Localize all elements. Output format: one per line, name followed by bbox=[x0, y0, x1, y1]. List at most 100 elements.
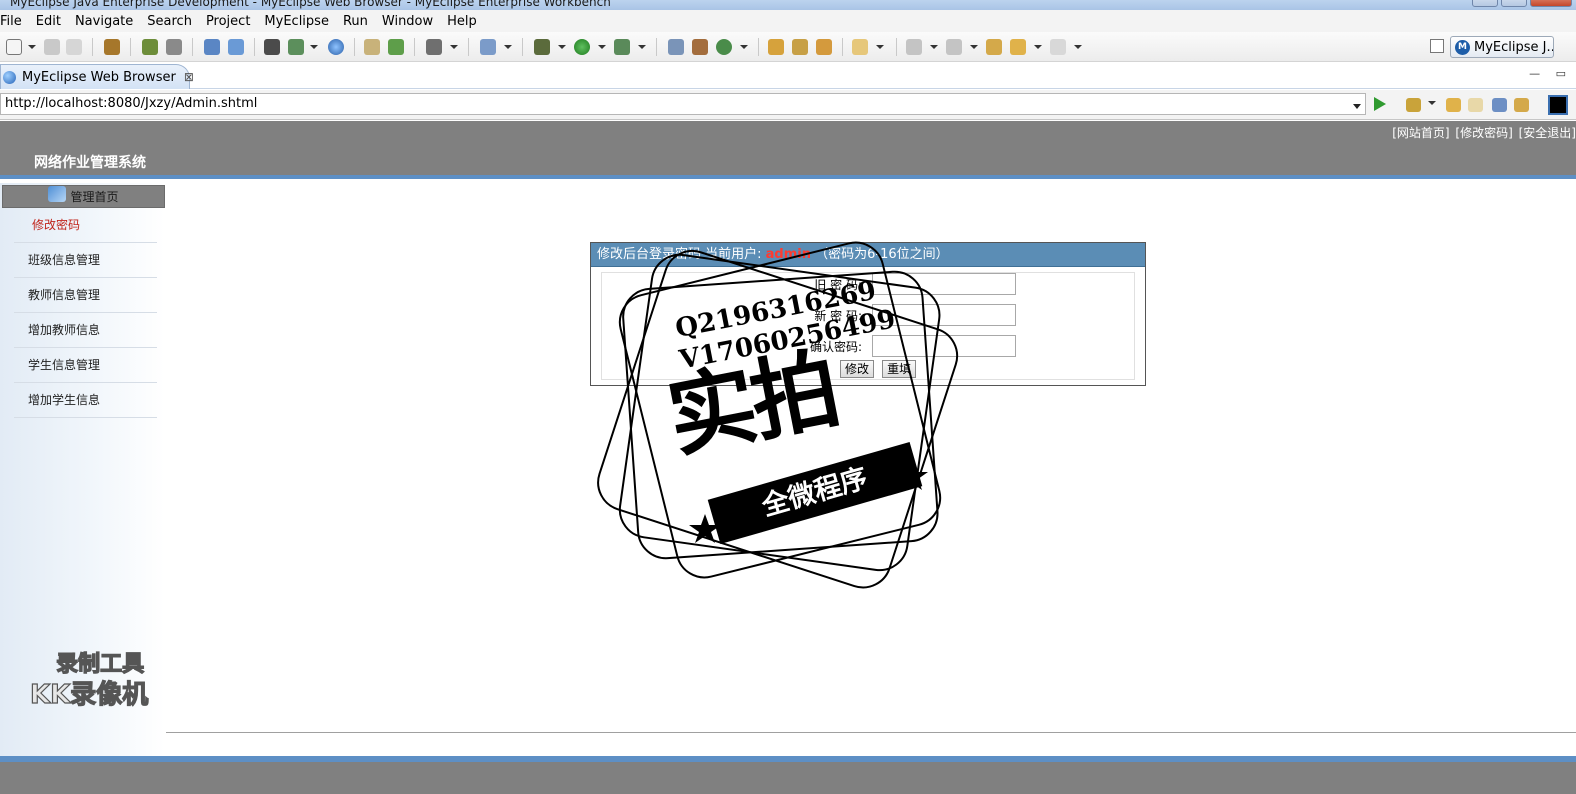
new-icon[interactable] bbox=[6, 39, 22, 55]
panel-header: 修改后台登录密码 当前用户: admin （密码为6-16位之间） bbox=[591, 243, 1145, 267]
menu-search[interactable]: Search bbox=[140, 14, 199, 29]
bookmark-dropdown-icon[interactable] bbox=[1428, 101, 1436, 105]
old-password-input[interactable] bbox=[872, 273, 1016, 295]
run-server-icon[interactable] bbox=[288, 39, 304, 55]
url-input[interactable]: http://localhost:8080/Jxzy/Admin.shtml bbox=[0, 93, 1366, 115]
camera-dropdown-icon[interactable] bbox=[450, 45, 458, 49]
current-user: admin bbox=[765, 247, 811, 262]
menu-project[interactable]: Project bbox=[199, 14, 257, 29]
external-tools-dropdown-icon[interactable] bbox=[638, 45, 646, 49]
open-perspective-icon[interactable] bbox=[1430, 39, 1444, 53]
sidebar-item-change-password[interactable]: 修改密码 bbox=[14, 208, 157, 243]
sidebar-home[interactable]: 管理首页 bbox=[2, 185, 165, 208]
camera-icon[interactable] bbox=[426, 39, 442, 55]
close-tab-icon[interactable]: ⊠ bbox=[184, 70, 194, 84]
change-password-panel: 修改后台登录密码 当前用户: admin （密码为6-16位之间） 旧 密 码:… bbox=[590, 242, 1146, 386]
add-icon[interactable] bbox=[388, 39, 404, 55]
bookmark-icon[interactable] bbox=[1406, 98, 1421, 112]
sidebar-item-class-info[interactable]: 班级信息管理 bbox=[14, 243, 157, 278]
forward-icon[interactable] bbox=[1050, 39, 1066, 55]
browser-address-bar: http://localhost:8080/Jxzy/Admin.shtml bbox=[0, 90, 1576, 120]
refresh-dropdown-icon[interactable] bbox=[740, 45, 748, 49]
menu-help[interactable]: Help bbox=[440, 14, 484, 29]
browser-globe-icon[interactable] bbox=[328, 39, 344, 55]
task-icon[interactable] bbox=[816, 39, 832, 55]
new-class-icon[interactable] bbox=[480, 39, 496, 55]
folder-icon[interactable] bbox=[852, 39, 868, 55]
site-header: [网站首页] [修改密码] [安全退出] 网络作业管理系统 bbox=[0, 121, 1576, 179]
forward-dropdown-icon[interactable] bbox=[1074, 45, 1082, 49]
sidebar-home-label: 管理首页 bbox=[70, 190, 119, 204]
build-icon[interactable] bbox=[142, 39, 158, 55]
debug-icon[interactable] bbox=[534, 39, 550, 55]
link-site-home[interactable]: [网站首页] bbox=[1392, 126, 1449, 140]
gift-icon[interactable] bbox=[692, 39, 708, 55]
menu-navigate[interactable]: Navigate bbox=[68, 14, 140, 29]
minimize-maximize-icons[interactable]: — ▭ bbox=[1529, 67, 1572, 80]
reset-button[interactable]: 重填 bbox=[882, 360, 917, 378]
next-annotation-icon[interactable] bbox=[906, 39, 922, 55]
recorder-line-1: 录制工具 bbox=[56, 651, 145, 677]
menu-myeclipse[interactable]: MyEclipse bbox=[257, 14, 336, 29]
new-dropdown-icon[interactable] bbox=[28, 45, 36, 49]
back-icon[interactable] bbox=[1010, 39, 1026, 55]
package-icon[interactable] bbox=[104, 39, 120, 55]
run-icon[interactable] bbox=[574, 39, 590, 55]
wizard-icon[interactable] bbox=[204, 39, 220, 55]
go-icon[interactable] bbox=[1374, 97, 1386, 111]
external-tools-icon[interactable] bbox=[614, 39, 630, 55]
print-icon[interactable] bbox=[66, 39, 82, 55]
folder-dropdown-icon[interactable] bbox=[876, 45, 884, 49]
site-footer bbox=[0, 756, 1576, 794]
url-history-dropdown-icon[interactable] bbox=[1353, 104, 1361, 109]
toolbar-separator bbox=[758, 38, 759, 56]
minimize-button[interactable] bbox=[1472, 0, 1498, 7]
toolbar-separator bbox=[522, 38, 523, 56]
pin-icon[interactable] bbox=[792, 39, 808, 55]
deploy-icon[interactable] bbox=[264, 39, 280, 55]
open-folder-icon[interactable] bbox=[364, 39, 380, 55]
save-icon[interactable] bbox=[44, 39, 60, 55]
computer-icon bbox=[48, 185, 67, 202]
open-type-icon[interactable] bbox=[768, 39, 784, 55]
menu-run[interactable]: Run bbox=[336, 14, 375, 29]
perspective-button[interactable]: M MyEclipse J... bbox=[1450, 36, 1554, 58]
last-edit-icon[interactable] bbox=[986, 39, 1002, 55]
prev-annotation-icon[interactable] bbox=[946, 39, 962, 55]
new-class-dropdown-icon[interactable] bbox=[504, 45, 512, 49]
old-password-label: 旧 密 码: bbox=[814, 278, 862, 292]
menu-window[interactable]: Window bbox=[375, 14, 440, 29]
toolbar-separator bbox=[254, 38, 255, 56]
browser-stop-icon[interactable] bbox=[1492, 98, 1507, 112]
new-password-input[interactable] bbox=[872, 304, 1016, 326]
submit-button[interactable]: 修改 bbox=[840, 360, 875, 378]
menu-file[interactable]: File bbox=[0, 14, 29, 29]
run-dropdown-icon[interactable] bbox=[598, 45, 606, 49]
toolbar-separator bbox=[896, 38, 897, 56]
debug-dropdown-icon[interactable] bbox=[558, 45, 566, 49]
browser-refresh-icon[interactable] bbox=[1514, 98, 1529, 112]
sidebar-item-student-info[interactable]: 学生信息管理 bbox=[14, 348, 157, 383]
next-annotation-dropdown-icon[interactable] bbox=[930, 45, 938, 49]
sidebar-item-add-teacher[interactable]: 增加教师信息 bbox=[14, 313, 157, 348]
new-password-row: 新 密 码: bbox=[602, 304, 1136, 328]
edit-icon[interactable] bbox=[228, 39, 244, 55]
confirm-password-input[interactable] bbox=[872, 335, 1016, 357]
close-window-button[interactable] bbox=[1530, 0, 1572, 7]
link-change-password[interactable]: [修改密码] bbox=[1455, 126, 1512, 140]
menu-edit[interactable]: Edit bbox=[29, 14, 68, 29]
browser-forward-icon[interactable] bbox=[1468, 98, 1483, 112]
sidebar-item-teacher-info[interactable]: 教师信息管理 bbox=[14, 278, 157, 313]
console-icon[interactable] bbox=[1548, 95, 1568, 115]
refresh-icon[interactable] bbox=[716, 39, 732, 55]
prev-annotation-dropdown-icon[interactable] bbox=[970, 45, 978, 49]
maximize-button[interactable] bbox=[1501, 0, 1527, 7]
back-dropdown-icon[interactable] bbox=[1034, 45, 1042, 49]
run-server-dropdown-icon[interactable] bbox=[310, 45, 318, 49]
tab-web-browser[interactable]: MyEclipse Web Browser ⊠ bbox=[0, 64, 194, 89]
browser-back-icon[interactable] bbox=[1446, 98, 1461, 112]
server-icon[interactable] bbox=[166, 39, 182, 55]
link-logout[interactable]: [安全退出] bbox=[1519, 126, 1576, 140]
sidebar-item-add-student[interactable]: 增加学生信息 bbox=[14, 383, 157, 418]
new-project-icon[interactable] bbox=[668, 39, 684, 55]
